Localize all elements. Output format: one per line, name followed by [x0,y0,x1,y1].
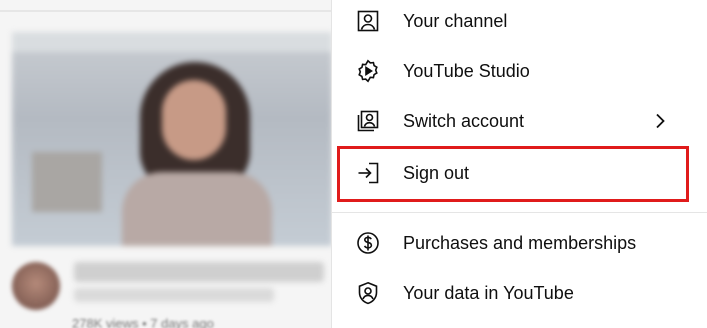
menu-item-label: Sign out [403,162,470,183]
dollar-circle-icon [354,229,382,257]
video-thumbnail[interactable] [12,32,332,246]
thumbnail-figure-body [122,172,272,246]
menu-item-youtube-studio[interactable]: YouTube Studio [332,46,707,96]
menu-item-label: Your channel [403,10,508,31]
video-meta: 278K views • 7 days ago [72,316,214,328]
video-channel-name[interactable] [74,288,274,302]
menu-item-your-data[interactable]: Your data in YouTube [332,268,707,318]
menu-item-label: Purchases and memberships [403,232,637,253]
menu-item-label: Switch account [403,110,525,131]
video-title[interactable] [74,262,324,282]
shield-user-icon [354,279,382,307]
menu-item-sign-out[interactable]: Sign out [332,148,707,198]
thumbnail-figure-face [162,80,226,160]
menu-item-label: YouTube Studio [403,60,530,81]
chevron-right-icon [650,111,670,131]
menu-item-your-channel[interactable]: Your channel [332,0,707,46]
thumbnail-shelf [32,152,102,212]
menu-divider [332,212,707,213]
channel-avatar[interactable] [12,262,60,310]
account-menu: Your channel YouTube Studio Switch accou… [331,0,707,328]
menu-item-label: Your data in YouTube [403,282,574,303]
thumbnail-window-bar [12,32,332,52]
sign-out-icon [354,159,382,187]
menu-item-purchases-memberships[interactable]: Purchases and memberships [332,218,707,268]
user-square-icon [354,7,382,35]
switch-account-icon [354,107,382,135]
menu-item-switch-account[interactable]: Switch account [332,96,707,146]
studio-gear-icon [354,57,382,85]
